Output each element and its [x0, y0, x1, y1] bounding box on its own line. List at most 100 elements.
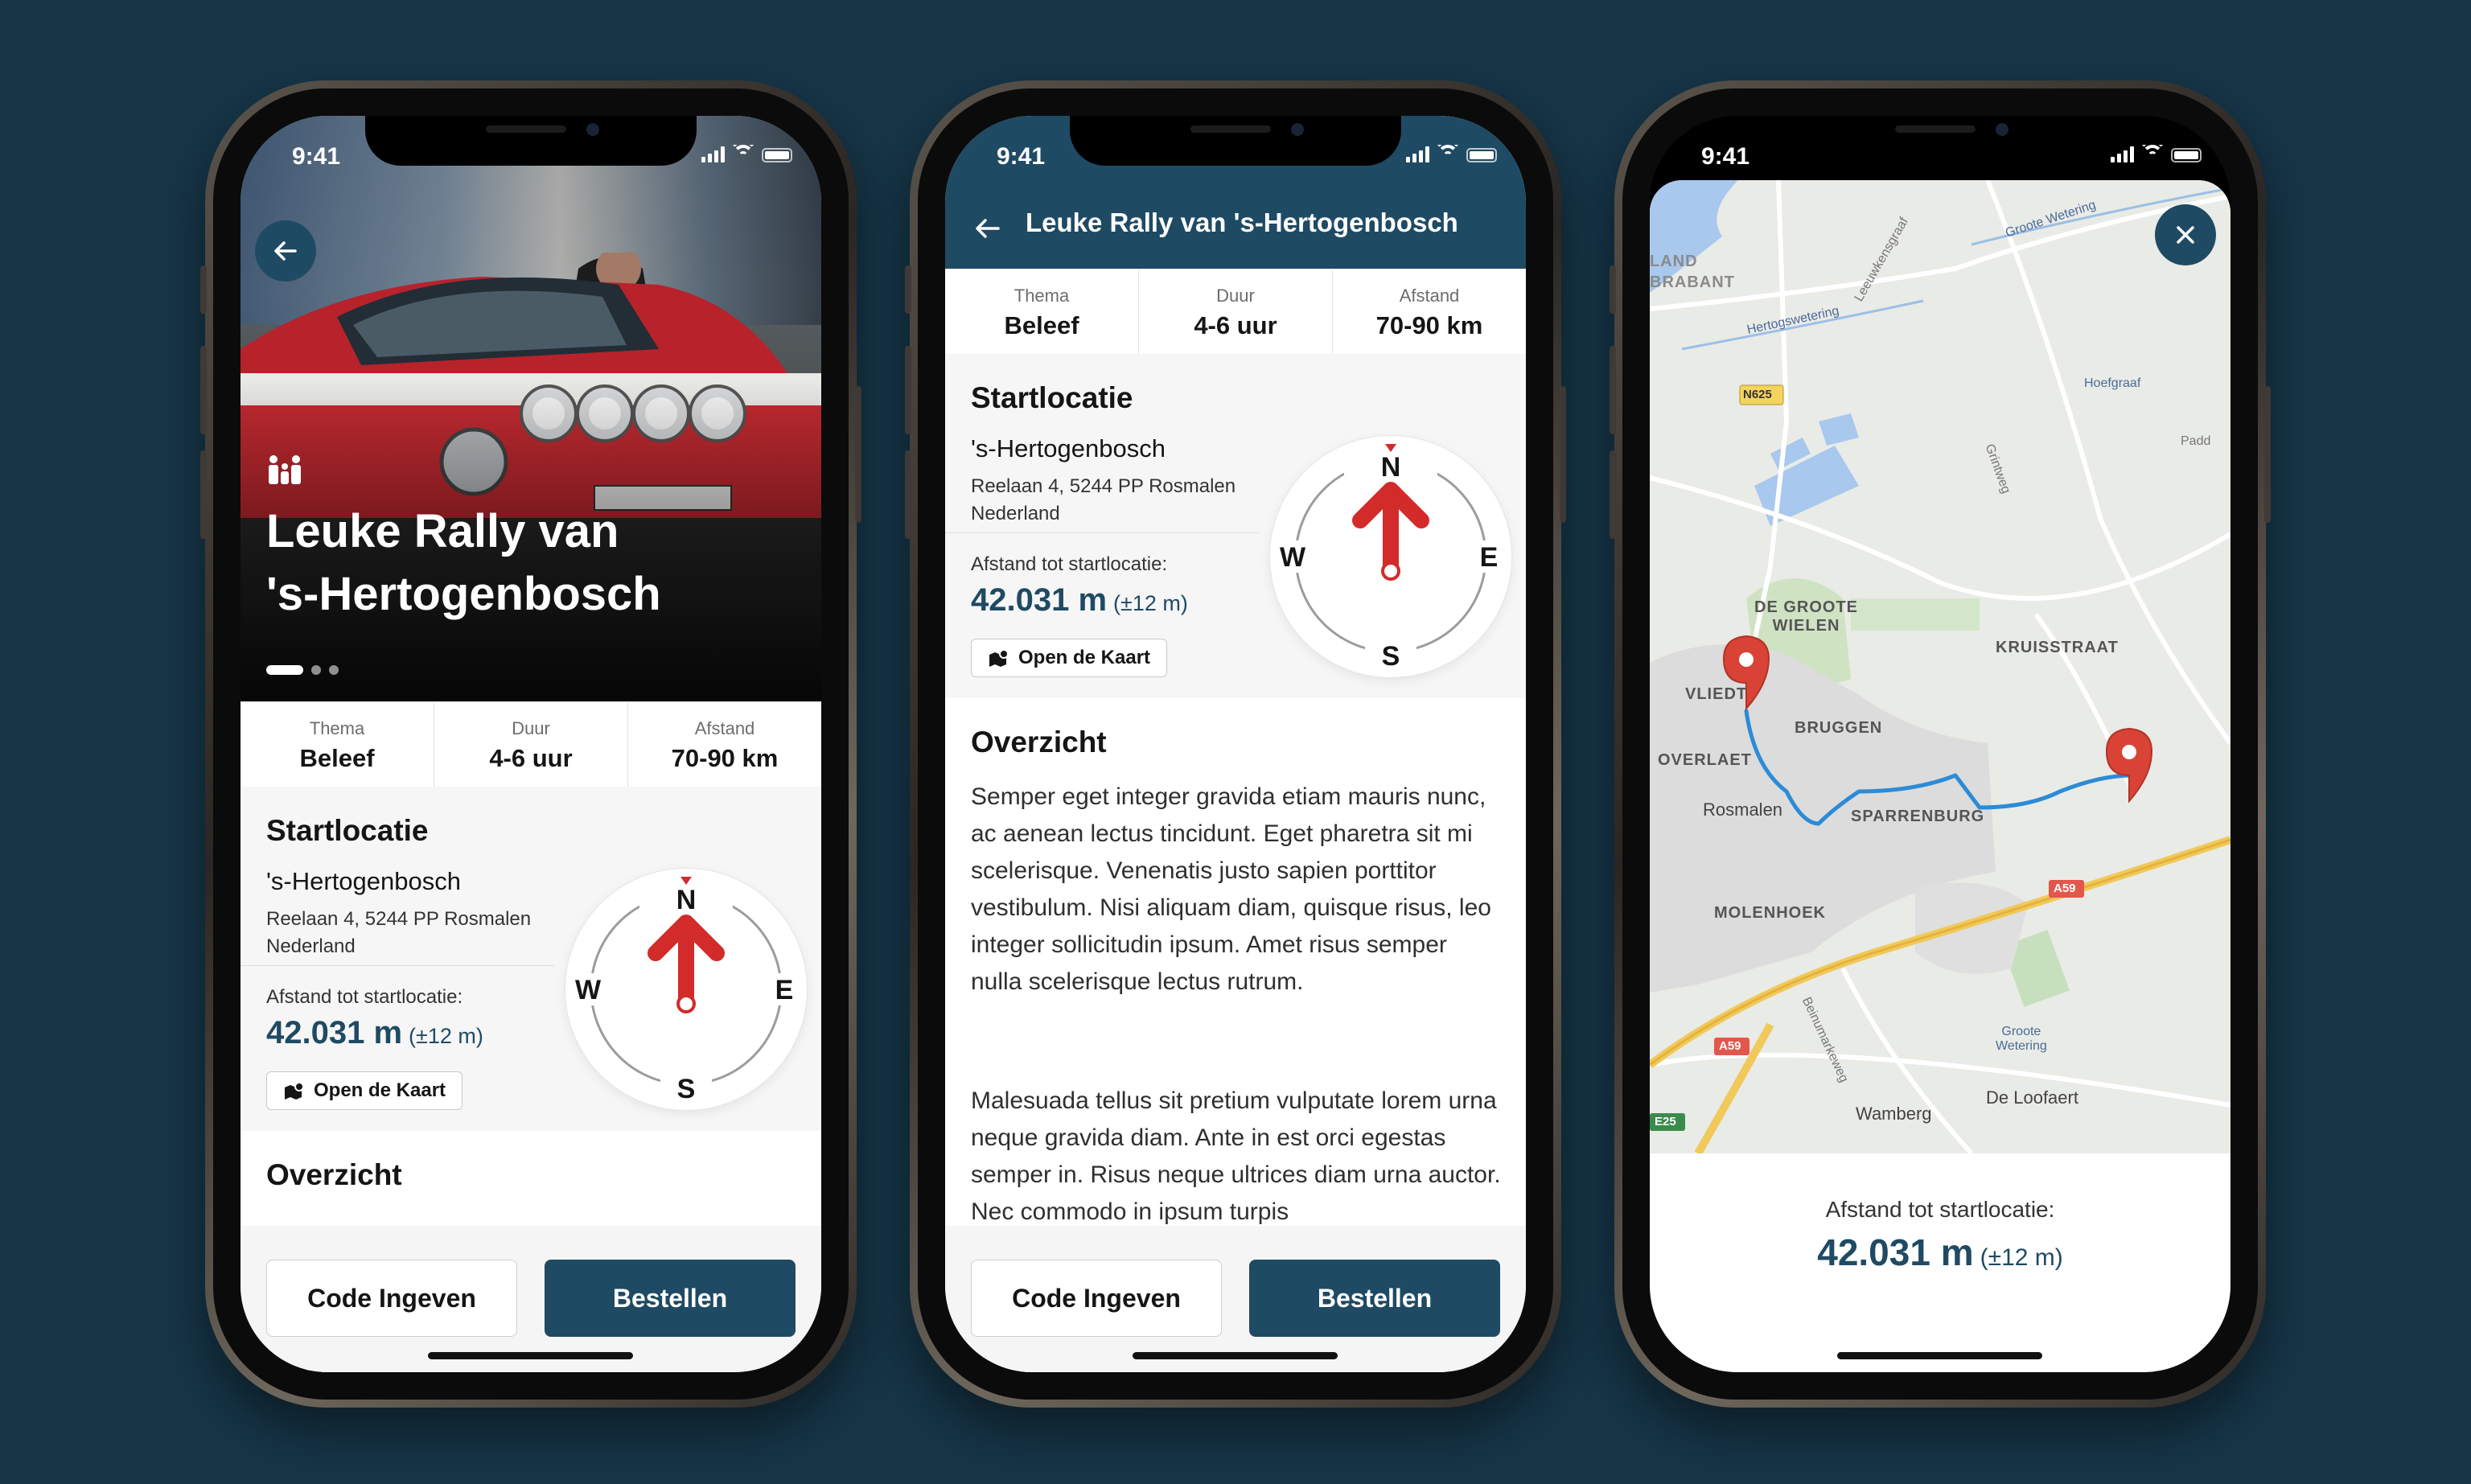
map-label-vlied: VLIEDT [1685, 685, 1748, 703]
start-address: Reelaan 4, 5244 PP Rosmalen Nederland [266, 908, 532, 957]
start-city: 's-Hertogenbosch [971, 434, 1166, 462]
map-label-rosmalen: Rosmalen [1703, 800, 1783, 820]
signal-icon [1406, 145, 1429, 162]
compass: N S W E [565, 869, 807, 1110]
home-indicator [1133, 1352, 1338, 1359]
hero-title-line-2: 's-Hertogenbosch [266, 568, 661, 620]
map-label-n625: N625 [1743, 388, 1772, 401]
compass: N S W E [1270, 436, 1511, 677]
arrow-left-icon [274, 241, 297, 261]
map-label-bruggen: BRUGGEN [1795, 719, 1883, 737]
distance-label: Afstand tot startlocatie: [971, 553, 1168, 575]
map-label-land: LAND [1650, 253, 1698, 270]
map-distance-panel: Afstand tot startlocatie: 42.031 m (±12 m… [1650, 1153, 2230, 1372]
phone-frame-1: 9:41 Leuke Rally van 's-Hertogenbosch Th… [200, 80, 861, 1408]
phone-frame-2: 9:41 Leuke Rally van 's-Hertogenbosch Th… [905, 80, 1566, 1408]
compass-s: S [677, 1074, 696, 1104]
info-row: Thema Beleef Duur 4-6 uur Afstand 70-90 km [241, 701, 821, 788]
start-location-section: Startlocatie 's-Hertogenbosch Reelaan 4,… [945, 354, 1526, 699]
close-icon [2177, 226, 2194, 244]
start-address: Reelaan 4, 5244 PP Rosmalen Nederland [971, 475, 1236, 524]
order-button[interactable]: Bestellen [545, 1260, 796, 1337]
wifi-icon [2140, 145, 2165, 162]
info-duration: Duur 4-6 uur [434, 702, 628, 787]
action-bar: Code Ingeven Bestellen [241, 1226, 821, 1372]
open-map-button[interactable]: Open de Kaart [971, 639, 1168, 677]
info-distance: Afstand 70-90 km [671, 718, 779, 772]
open-map-label: Open de Kaart [314, 1079, 446, 1101]
map-distance-value: 42.031 m (±12 m) [1817, 1231, 2063, 1273]
start-heading: Startlocatie [266, 814, 429, 847]
status-time: 9:41 [292, 143, 341, 170]
map-icon [285, 1082, 304, 1100]
carousel-dots[interactable] [266, 665, 339, 675]
map-label-a59: A59 [2054, 882, 2076, 895]
wifi-icon [1436, 145, 1460, 162]
compass-n: N [676, 885, 697, 915]
app-bar-title: Leuke Rally van 's-Hertogenbosch [1026, 208, 1458, 237]
order-button[interactable]: Bestellen [1249, 1260, 1500, 1337]
info-row: Thema Beleef Duur 4-6 uur Afstand 70-90 km [945, 269, 1526, 356]
map-distance-label: Afstand tot startlocatie: [1825, 1197, 2055, 1222]
compass-w: W [1280, 542, 1306, 573]
home-indicator [428, 1352, 633, 1359]
overview-section: Overzicht Semper eget integer gravida et… [945, 698, 1526, 1229]
signal-icon [701, 145, 725, 162]
screen-map: 9:41 DE GROOTE WIELEN KRUISSTRAAT BRUGGE… [1650, 116, 2230, 1372]
open-map-label: Open de Kaart [1018, 647, 1151, 668]
info-theme: Thema Beleef [945, 269, 1139, 355]
map-label-de-groote-wielen: DE GROOTE WIELEN [1754, 598, 1859, 635]
map-label-e25: E25 [1655, 1115, 1676, 1128]
map-label-wamberg: Wamberg [1856, 1104, 1932, 1124]
status-time: 9:41 [1701, 143, 1750, 170]
start-location-section: Startlocatie 's-Hertogenbosch Reelaan 4,… [241, 787, 821, 1132]
distance-value: 42.031 m (±12 m) [971, 582, 1188, 618]
hero-title: Leuke Rally van 's-Hertogenbosch [266, 500, 765, 626]
map-label-brabant: BRABANT [1650, 273, 1735, 291]
info-theme: Thema Beleef [241, 702, 434, 787]
info-duration: Duur 4-6 uur [1139, 269, 1333, 355]
overview-paragraph-1: Semper eget integer gravida etiam mauris… [971, 783, 1491, 995]
map-icon [989, 649, 1009, 667]
map-label-overlaet: OVERLAET [1658, 751, 1752, 769]
map-view[interactable]: DE GROOTE WIELEN KRUISSTRAAT BRUGGEN OVE… [1650, 180, 2230, 1153]
action-bar: Code Ingeven Bestellen [945, 1226, 1526, 1372]
overview-heading: Overzicht [971, 726, 1107, 758]
map-label-sparrenburg: SPARRENBURG [1851, 808, 1985, 825]
map-label-de-loofaert: De Loofaert [1986, 1087, 2078, 1108]
status-time: 9:41 [997, 143, 1046, 170]
phone-frame-3: 9:41 DE GROOTE WIELEN KRUISSTRAAT BRUGGE… [1610, 80, 2271, 1408]
open-map-button[interactable]: Open de Kaart [266, 1071, 463, 1110]
code-button[interactable]: Code Ingeven [971, 1260, 1222, 1337]
start-city: 's-Hertogenbosch [266, 867, 461, 895]
map-graphic [1650, 180, 2230, 1153]
hero-title-line-1: Leuke Rally van [266, 505, 619, 557]
map-label-a59-2: A59 [1719, 1039, 1741, 1053]
battery-icon [2171, 148, 2202, 162]
info-distance: Afstand 70-90 km [1375, 286, 1483, 339]
compass-s: S [1382, 641, 1400, 672]
battery-icon [762, 148, 792, 162]
overview-heading: Overzicht [266, 1158, 402, 1191]
screen-detail-scrolled: 9:41 Leuke Rally van 's-Hertogenbosch Th… [945, 116, 1526, 1372]
overview-paragraph-2: Malesuada tellus sit pretium vulputate l… [971, 1087, 1501, 1225]
signal-icon [2111, 145, 2134, 162]
code-button[interactable]: Code Ingeven [266, 1260, 517, 1337]
back-button[interactable] [971, 214, 1003, 243]
screen-detail-hero: 9:41 Leuke Rally van 's-Hertogenbosch Th… [241, 116, 821, 1372]
map-label-padd: Padd [2181, 434, 2211, 448]
compass-e: E [775, 975, 794, 1005]
map-label-molenhoek: MOLENHOEK [1714, 904, 1826, 922]
distance-value: 42.031 m (±12 m) [266, 1015, 483, 1050]
compass-n: N [1381, 452, 1401, 483]
map-label-groote-wetering-2: Groote Wetering [1996, 1025, 2047, 1053]
compass-w: W [575, 975, 602, 1005]
wifi-icon [731, 145, 755, 162]
family-icon [269, 455, 301, 484]
battery-icon [1466, 148, 1497, 162]
back-button[interactable] [255, 220, 316, 282]
home-indicator [1837, 1352, 2042, 1359]
close-button[interactable] [2155, 204, 2216, 265]
start-heading: Startlocatie [971, 381, 1133, 414]
overview-section: Overzicht [241, 1131, 821, 1227]
